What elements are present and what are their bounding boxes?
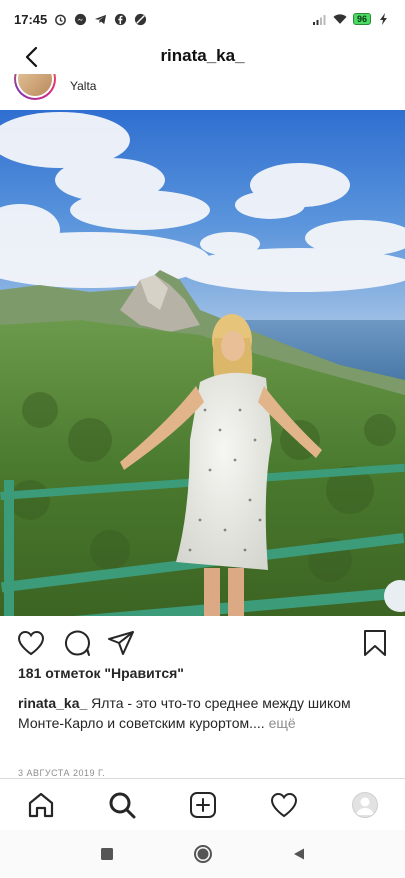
- back-system-button[interactable]: [285, 840, 313, 868]
- activity-heart-icon: [270, 792, 297, 817]
- charging-icon: [377, 12, 391, 26]
- wifi-icon: [333, 12, 347, 26]
- battery-icon: 96: [352, 13, 371, 25]
- home-circle-icon: [193, 845, 212, 863]
- vpn-icon: [133, 12, 147, 26]
- profile-avatar: [351, 791, 378, 818]
- more-link[interactable]: ещё: [269, 715, 296, 731]
- like-button[interactable]: [16, 628, 46, 658]
- back-triangle-icon: [293, 848, 304, 860]
- save-button[interactable]: [360, 628, 390, 658]
- bookmark-icon: [364, 630, 386, 656]
- post-caption: rinata_ka_ Ялта - это что-то среднее меж…: [18, 693, 388, 733]
- share-button[interactable]: [106, 628, 136, 658]
- recent-apps-icon: [100, 848, 113, 860]
- post-header: Yalta: [0, 74, 405, 110]
- nav-search[interactable]: [102, 785, 142, 825]
- bottom-nav: [0, 778, 405, 830]
- page-title[interactable]: rinata_ka_: [0, 46, 405, 66]
- back-button[interactable]: [18, 43, 46, 71]
- home-system-button[interactable]: [189, 840, 217, 868]
- alarm-icon: [53, 12, 67, 26]
- post-date: 3 АВГУСТА 2019 Г.: [18, 768, 106, 778]
- home-icon: [28, 792, 53, 817]
- system-nav-bar: [0, 830, 405, 878]
- post-photo[interactable]: [0, 110, 405, 616]
- nav-profile[interactable]: [345, 785, 385, 825]
- nav-home[interactable]: [21, 785, 61, 825]
- profile-post-header: rinata_ka_: [0, 38, 405, 74]
- nav-activity[interactable]: [264, 785, 304, 825]
- status-bar: 17:45 96: [0, 0, 405, 38]
- share-icon: [108, 631, 134, 655]
- heart-icon: [17, 630, 45, 656]
- comment-button[interactable]: [62, 628, 92, 658]
- facebook-icon: [113, 12, 127, 26]
- comment-icon: [65, 630, 91, 656]
- caption-username[interactable]: rinata_ka_: [18, 695, 87, 711]
- messenger-icon: [73, 12, 87, 26]
- status-right: 96: [312, 12, 391, 26]
- telegram-icon: [93, 12, 107, 26]
- likes-count[interactable]: 181 отметок "Нравится": [18, 665, 184, 681]
- landscape-image: [0, 110, 405, 616]
- nav-new-post[interactable]: [183, 785, 223, 825]
- search-icon: [109, 792, 135, 818]
- status-time: 17:45: [14, 11, 48, 27]
- chevron-left-icon: [25, 46, 38, 68]
- status-left: 17:45: [14, 12, 147, 27]
- signal-icon: [312, 12, 327, 26]
- add-post-icon: [189, 791, 216, 818]
- recent-apps-button[interactable]: [93, 840, 121, 868]
- post-actions: [0, 624, 405, 660]
- author-avatar[interactable]: [14, 74, 56, 100]
- post-location[interactable]: Yalta: [70, 79, 96, 93]
